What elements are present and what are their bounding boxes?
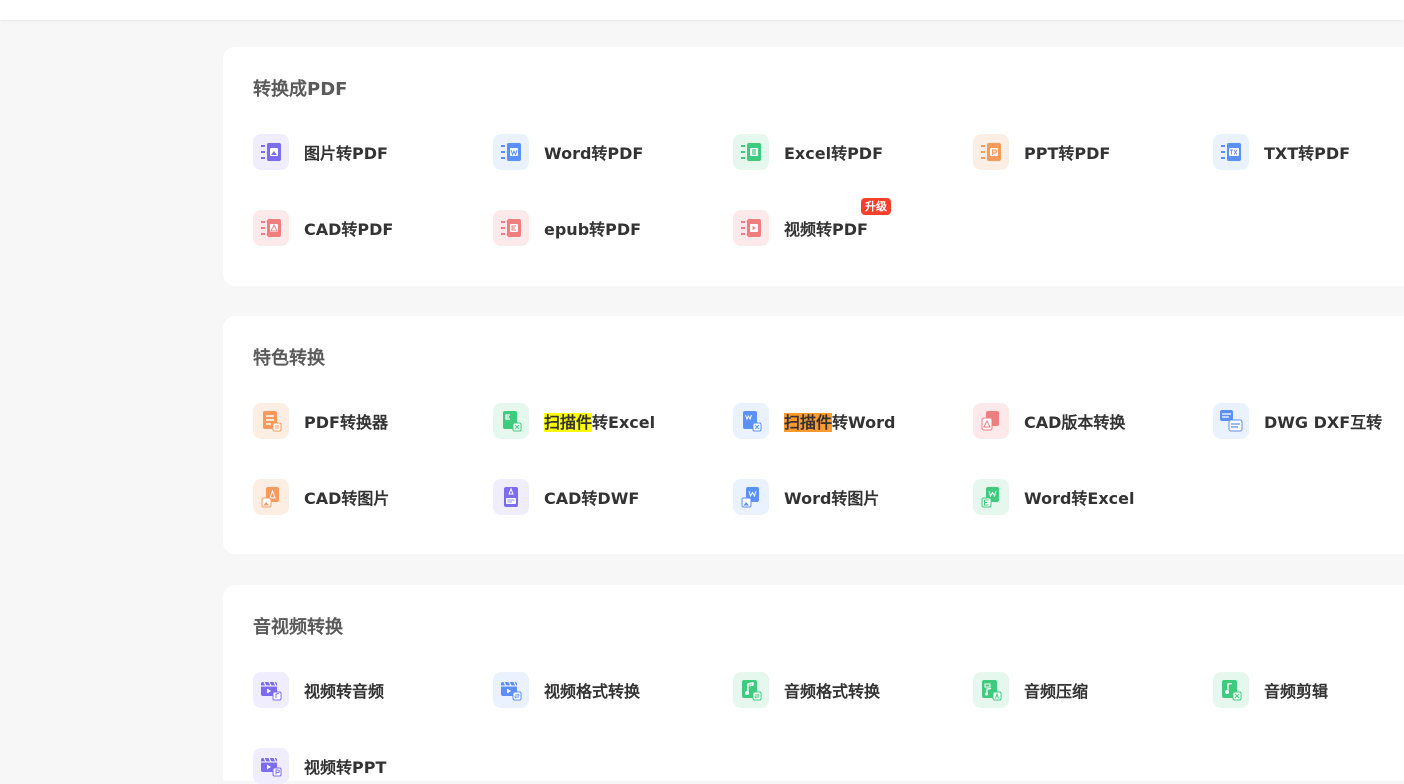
audio-edit-icon (1213, 672, 1249, 708)
tool-audio-format-convert[interactable]: 音频格式转换 (733, 672, 953, 708)
tool-ppt-to-pdf[interactable]: PPT转PDF (973, 134, 1193, 170)
tool-label: 扫描件转Word (784, 409, 895, 433)
tool-label: 音频剪辑 (1264, 682, 1329, 701)
tool-label: Word转PDF (544, 144, 644, 163)
highlight-text: 扫描件 (544, 413, 593, 432)
tool-video-to-audio[interactable]: 视频转音频 (253, 672, 473, 708)
cad-to-dwf-icon (493, 479, 529, 515)
tool-label: PDF转换器 (304, 413, 388, 432)
video-format-convert-icon (493, 672, 529, 708)
highlight-text: 扫描件 (784, 413, 833, 432)
tool-epub-to-pdf[interactable]: epub转PDF (493, 210, 713, 246)
ppt-to-pdf-icon (973, 134, 1009, 170)
tool-scan-to-excel[interactable]: 扫描件转Excel (493, 403, 713, 439)
tool-label: CAD转PDF (304, 220, 394, 239)
video-to-pdf-icon (733, 210, 769, 246)
tool-label: 图片转PDF (304, 144, 388, 163)
tool-word-to-excel[interactable]: Word转Excel (973, 479, 1193, 515)
section-title: 转换成PDF (253, 79, 348, 100)
top-bar (0, 0, 1404, 20)
word-to-excel-icon (973, 479, 1009, 515)
tool-label: Word转Excel (1024, 489, 1135, 508)
tool-scan-to-word[interactable]: 扫描件转Word (733, 403, 953, 439)
image-to-pdf-icon (253, 134, 289, 170)
tool-word-to-pdf[interactable]: Word转PDF (493, 134, 713, 170)
dwg-dxf-convert-icon (1213, 403, 1249, 439)
scan-to-excel-icon (493, 403, 529, 439)
video-to-ppt-icon (253, 748, 289, 784)
tool-image-to-pdf[interactable]: 图片转PDF (253, 134, 473, 170)
tool-audio-compress[interactable]: 音频压缩 (973, 672, 1193, 708)
tool-cad-to-dwf[interactable]: CAD转DWF (493, 479, 713, 515)
tool-word-to-image[interactable]: Word转图片 (733, 479, 953, 515)
tool-dwg-dxf-convert[interactable]: DWG DXF互转 (1213, 403, 1404, 439)
tool-label: PPT转PDF (1024, 144, 1111, 163)
epub-to-pdf-icon (493, 210, 529, 246)
word-to-image-icon (733, 479, 769, 515)
tool-label: CAD转图片 (304, 489, 390, 508)
section-title: 特色转换 (253, 348, 325, 369)
video-to-audio-icon (253, 672, 289, 708)
tool-pdf-converter[interactable]: PDF转换器 (253, 403, 473, 439)
tool-label: 扫描件转Excel (544, 409, 655, 433)
tool-video-to-ppt[interactable]: 视频转PPT (253, 748, 473, 784)
tool-label: 音频压缩 (1024, 682, 1089, 701)
section-audio-video-convert: 音视频转换 视频转音频 视频格式转换 音频格式转换 音频压缩 音频剪辑 视频转P… (223, 585, 1404, 784)
tool-cad-to-image[interactable]: CAD转图片 (253, 479, 473, 515)
tool-txt-to-pdf[interactable]: TXT转PDF (1213, 134, 1404, 170)
label-rest: 转Excel (592, 413, 656, 432)
cad-to-image-icon (253, 479, 289, 515)
audio-compress-icon (973, 672, 1009, 708)
label-rest: 转Word (832, 413, 896, 432)
section-featured-convert: 特色转换 PDF转换器 扫描件转Excel 扫描件转Word CAD版本转换 D… (223, 316, 1404, 554)
upgrade-badge: 升级 (861, 198, 891, 215)
tool-label: 视频转PDF (784, 220, 868, 239)
tool-label: 音频格式转换 (784, 682, 881, 701)
audio-format-convert-icon (733, 672, 769, 708)
txt-to-pdf-icon (1213, 134, 1249, 170)
tool-audio-edit[interactable]: 音频剪辑 (1213, 672, 1404, 708)
tool-excel-to-pdf[interactable]: Excel转PDF (733, 134, 953, 170)
tool-label: TXT转PDF (1264, 144, 1351, 163)
tool-label: 视频格式转换 (544, 682, 641, 701)
tool-label: 视频转PPT (304, 758, 387, 777)
tool-label: DWG DXF互转 (1264, 413, 1383, 432)
tool-label: 视频转音频 (304, 682, 385, 701)
section-title: 音视频转换 (253, 617, 343, 638)
cad-to-pdf-icon (253, 210, 289, 246)
tool-label: Excel转PDF (784, 144, 884, 163)
excel-to-pdf-icon (733, 134, 769, 170)
tool-label: CAD版本转换 (1024, 413, 1126, 432)
section-convert-to-pdf: 转换成PDF 图片转PDF Word转PDF Excel转PDF PPT转PDF… (223, 47, 1404, 286)
tool-video-format-convert[interactable]: 视频格式转换 (493, 672, 713, 708)
tool-label: CAD转DWF (544, 489, 640, 508)
tool-cad-version-convert[interactable]: CAD版本转换 (973, 403, 1193, 439)
tool-label: Word转图片 (784, 489, 880, 508)
scan-to-word-icon (733, 403, 769, 439)
cad-version-convert-icon (973, 403, 1009, 439)
tool-label: epub转PDF (544, 220, 642, 239)
tool-video-to-pdf[interactable]: 视频转PDF 升级 (733, 198, 953, 246)
word-to-pdf-icon (493, 134, 529, 170)
pdf-converter-icon (253, 403, 289, 439)
tool-cad-to-pdf[interactable]: CAD转PDF (253, 210, 473, 246)
